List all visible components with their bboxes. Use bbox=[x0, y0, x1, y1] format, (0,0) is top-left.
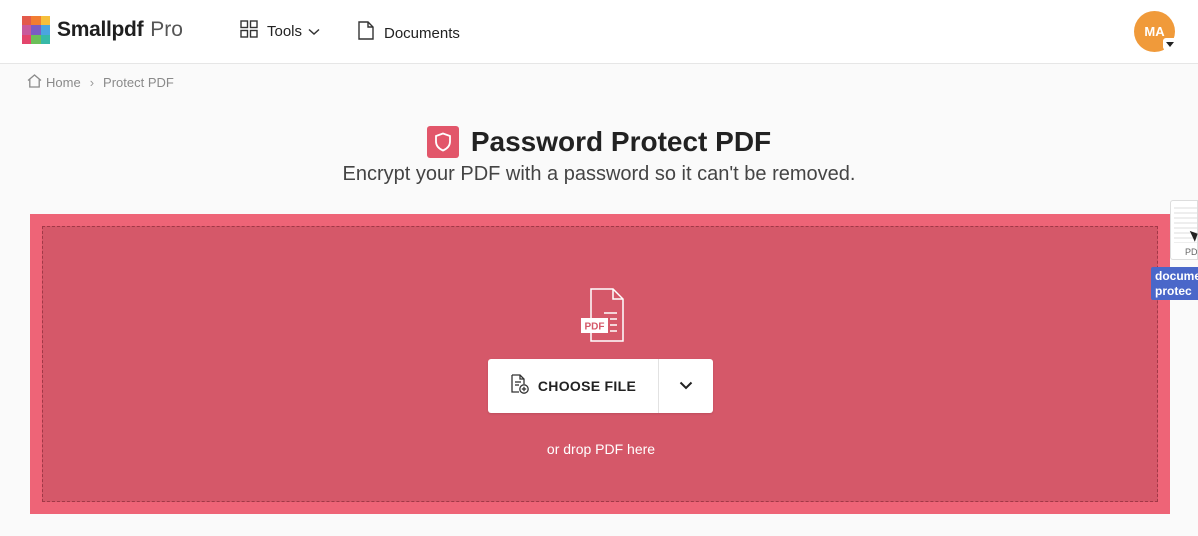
page-title: Password Protect PDF bbox=[470, 126, 772, 157]
home-icon bbox=[27, 74, 42, 91]
choose-file-label: CHOOSE FILE bbox=[537, 378, 637, 394]
dropzone-inner-area[interactable]: PDF CHOOSE FILE or drop PDF here bbox=[42, 226, 1158, 502]
logo-tile bbox=[22, 16, 32, 26]
page-title-row: Password Protect PDF bbox=[0, 126, 1198, 158]
grid-icon bbox=[240, 20, 258, 43]
user-avatar[interactable]: MA bbox=[1134, 11, 1177, 52]
logo-tile bbox=[31, 25, 41, 35]
logo-tile bbox=[40, 16, 50, 26]
drag-tag-line-2: protec bbox=[1155, 284, 1192, 298]
logo-tile bbox=[40, 34, 50, 44]
logo-tile bbox=[31, 34, 41, 44]
pdf-file-icon: PDF bbox=[579, 287, 627, 350]
tools-label: Tools bbox=[267, 23, 303, 40]
avatar-initials: MA bbox=[1144, 24, 1165, 39]
documents-label: Documents bbox=[384, 24, 460, 42]
breadcrumb: Home › Protect PDF bbox=[23, 74, 174, 91]
add-file-icon bbox=[510, 373, 530, 399]
chevron-down-icon bbox=[679, 377, 693, 395]
breadcrumb-separator: › bbox=[89, 75, 95, 90]
drop-hint: or drop PDF here bbox=[546, 441, 656, 457]
page-subtitle: Encrypt your PDF with a password so it c… bbox=[342, 163, 856, 185]
dragged-file-name-tag: docume protec bbox=[1151, 267, 1198, 300]
chevron-down-icon bbox=[308, 23, 320, 41]
brand-plan: Pro bbox=[150, 18, 183, 41]
logo-tile bbox=[22, 25, 32, 35]
thumbnail-label: PD bbox=[1185, 247, 1198, 257]
brand-name: Smallpdf bbox=[57, 18, 144, 41]
logo-tile bbox=[40, 25, 50, 35]
top-header: Smallpdf Pro Tools Documents MA bbox=[0, 0, 1198, 64]
logo-tile bbox=[22, 34, 32, 44]
choose-file-button[interactable]: CHOOSE FILE bbox=[488, 359, 659, 413]
logo-tile bbox=[31, 16, 41, 26]
tools-menu-button[interactable]: Tools bbox=[240, 20, 320, 43]
file-dropzone[interactable]: PDF CHOOSE FILE or drop PDF here bbox=[30, 214, 1170, 514]
pdf-badge-text: PDF bbox=[585, 322, 605, 333]
drag-tag-line-1: docume bbox=[1155, 269, 1198, 283]
brand-logo[interactable]: Smallpdf Pro bbox=[22, 16, 183, 44]
breadcrumb-current: Protect PDF bbox=[103, 75, 174, 90]
document-icon bbox=[358, 21, 374, 45]
upload-options-dropdown[interactable] bbox=[659, 359, 713, 413]
documents-nav-link[interactable]: Documents bbox=[358, 21, 460, 45]
breadcrumb-home-link[interactable]: Home bbox=[23, 74, 81, 91]
choose-file-control: CHOOSE FILE bbox=[488, 359, 713, 413]
breadcrumb-home-label: Home bbox=[46, 75, 81, 90]
caret-down-icon bbox=[1163, 38, 1177, 50]
shield-icon bbox=[426, 126, 459, 158]
smallpdf-logo-icon bbox=[22, 16, 50, 44]
